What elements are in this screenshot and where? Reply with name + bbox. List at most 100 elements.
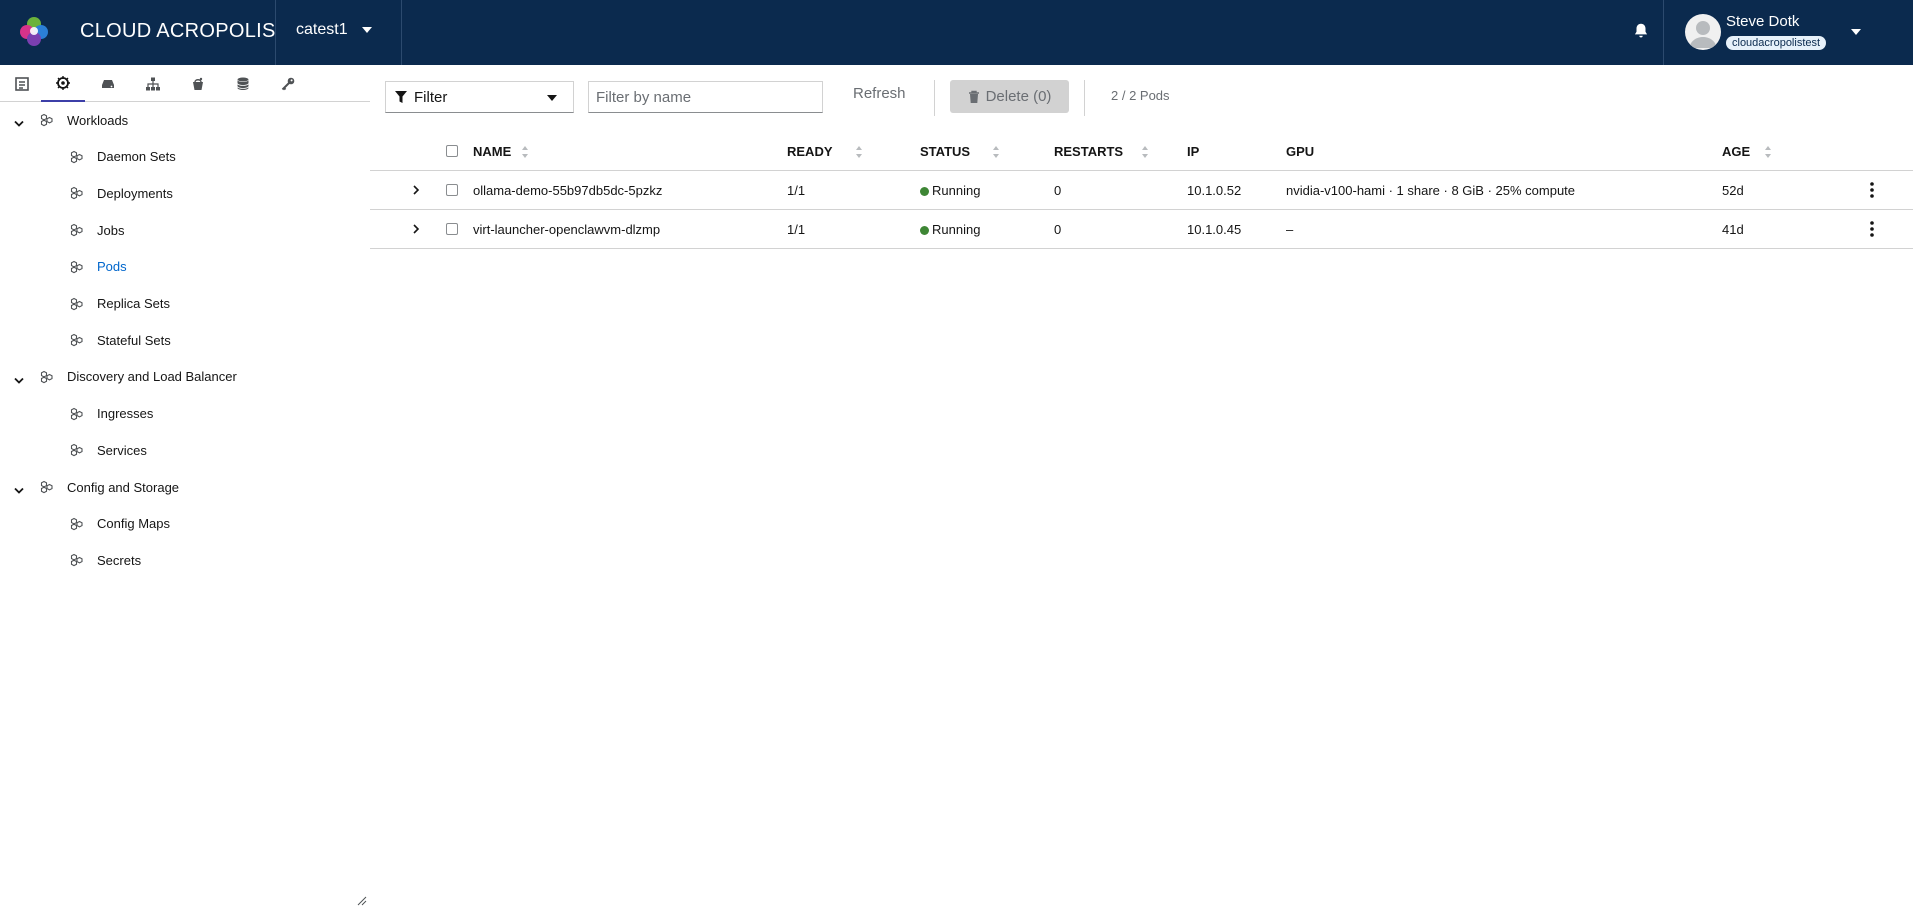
col-ready[interactable]: READY <box>787 144 863 159</box>
kebab-menu-icon[interactable] <box>1866 220 1878 238</box>
delete-button[interactable]: Delete (0) <box>950 80 1069 113</box>
select-all-checkbox[interactable] <box>446 145 458 157</box>
sort-icon <box>855 145 862 158</box>
tree-item[interactable]: Config Maps <box>0 512 170 536</box>
pod-ready: 1/1 <box>787 183 806 198</box>
header-divider <box>401 0 402 65</box>
cubes-icon <box>70 333 84 347</box>
top-header: CLOUD ACROPOLIS catest1 Steve Dotk cloud… <box>0 0 1913 65</box>
tree-item[interactable]: Deployments <box>0 181 173 205</box>
tree-group[interactable]: Config and Storage <box>0 475 179 499</box>
brand-title: CLOUD ACROPOLIS <box>80 20 276 42</box>
pod-status: Running <box>920 222 980 237</box>
refresh-button[interactable]: Refresh <box>843 85 916 102</box>
tab-network[interactable] <box>131 66 175 102</box>
pod-name[interactable]: virt-launcher-openclawvm-dlzmp <box>473 222 660 237</box>
table-header: NAME READY STATUS RESTARTS IP GPU AGE <box>370 133 1913 171</box>
tree-item[interactable]: Stateful Sets <box>0 328 171 352</box>
logo-icon[interactable] <box>18 15 50 47</box>
cubes-icon <box>70 517 84 531</box>
pod-restarts: 0 <box>1054 222 1062 237</box>
cubes-icon <box>70 407 84 421</box>
col-name-label: NAME <box>473 144 512 159</box>
tree-item[interactable]: Jobs <box>0 218 124 242</box>
cubes-icon <box>70 186 84 200</box>
chevron-down-icon[interactable] <box>14 373 24 384</box>
row-checkbox[interactable] <box>446 223 458 235</box>
tree-item-label: Pods <box>97 259 127 275</box>
header-divider <box>1663 0 1664 65</box>
pod-ip: 10.1.0.52 <box>1187 183 1242 198</box>
col-restarts[interactable]: RESTARTS <box>1054 144 1149 159</box>
chevron-down-icon <box>361 27 372 33</box>
pod-gpu: – <box>1286 222 1294 237</box>
chevron-down-icon <box>547 95 557 101</box>
tab-storage[interactable] <box>86 66 130 102</box>
pod-age: 52d <box>1722 183 1744 198</box>
chevron-down-icon[interactable] <box>14 116 24 127</box>
tree-item-label: Secrets <box>97 552 142 568</box>
table-row[interactable]: virt-launcher-openclawvm-dlzmp 1/1 Runni… <box>370 210 1913 249</box>
tree-item-label: Stateful Sets <box>97 332 171 348</box>
col-restarts-label: RESTARTS <box>1054 144 1124 159</box>
storage-icon <box>102 80 114 88</box>
col-name[interactable]: NAME <box>473 144 529 159</box>
status-label: Running <box>932 183 981 198</box>
user-name[interactable]: Steve Dotk <box>1726 13 1799 30</box>
filter-label: Filter <box>414 88 448 106</box>
col-age[interactable]: AGE <box>1722 144 1772 159</box>
tab-kubernetes[interactable] <box>41 66 85 102</box>
col-age-label: AGE <box>1722 144 1751 159</box>
col-status[interactable]: STATUS <box>920 144 1000 159</box>
kebab-menu-icon[interactable] <box>1866 181 1878 199</box>
tree-group-label: Config and Storage <box>67 479 180 495</box>
tree-item[interactable]: Replica Sets <box>0 292 170 316</box>
tree-item-label: Ingresses <box>97 406 154 422</box>
pod-ready: 1/1 <box>787 222 806 237</box>
tree-item-label: Services <box>97 442 147 458</box>
pod-status: Running <box>920 183 980 198</box>
pod-gpu: nvidia-v100-hami · 1 share · 8 GiB · 25%… <box>1286 183 1576 198</box>
col-ip-label: IP <box>1187 144 1200 159</box>
sort-icon <box>1142 145 1149 158</box>
toolbar-divider <box>1084 80 1085 116</box>
chevron-down-icon[interactable] <box>1851 29 1861 35</box>
tree-item[interactable]: Pods <box>0 255 127 279</box>
delete-label: Delete (0) <box>985 88 1052 105</box>
database-icon <box>237 77 249 90</box>
col-gpu-label: GPU <box>1286 144 1315 159</box>
tree-item[interactable]: Daemon Sets <box>0 145 176 169</box>
chevron-down-icon[interactable] <box>14 483 24 494</box>
chevron-right-icon[interactable] <box>410 183 422 197</box>
filter-by-name-input[interactable] <box>588 81 823 113</box>
pod-age: 41d <box>1722 222 1744 237</box>
cubes-icon <box>40 113 54 127</box>
kubernetes-icon <box>56 76 70 90</box>
tab-overview[interactable] <box>0 66 44 102</box>
pod-name[interactable]: ollama-demo-55b97db5dc-5pzkz <box>473 183 662 198</box>
tree-item-label: Config Maps <box>97 516 170 532</box>
tree-group[interactable]: Discovery and Load Balancer <box>0 365 237 389</box>
tab-keys[interactable] <box>266 66 310 102</box>
user-org-badge: cloudacropolistest <box>1726 36 1827 50</box>
tree-item[interactable]: Ingresses <box>0 402 153 426</box>
cubes-icon <box>70 260 84 274</box>
tree-item-label: Replica Sets <box>97 296 170 311</box>
bell-icon[interactable] <box>1632 22 1650 40</box>
tree-item[interactable]: Secrets <box>0 548 141 572</box>
cubes-icon <box>70 553 84 567</box>
tab-bucket[interactable] <box>176 66 220 102</box>
context-selector[interactable]: catest1 <box>296 21 372 39</box>
filter-dropdown[interactable]: Filter <box>385 81 574 113</box>
chevron-right-icon[interactable] <box>410 222 422 236</box>
tree-group[interactable]: Workloads <box>0 108 128 132</box>
sort-icon <box>1765 145 1772 158</box>
tab-database[interactable] <box>221 66 265 102</box>
table-row[interactable]: ollama-demo-55b97db5dc-5pzkz 1/1 Running… <box>370 171 1913 210</box>
resize-handle-icon[interactable] <box>356 896 368 906</box>
context-label: catest1 <box>296 21 348 38</box>
sort-icon <box>993 145 1000 158</box>
tree-item[interactable]: Services <box>0 438 147 462</box>
avatar-icon[interactable] <box>1685 14 1721 50</box>
row-checkbox[interactable] <box>446 184 458 196</box>
